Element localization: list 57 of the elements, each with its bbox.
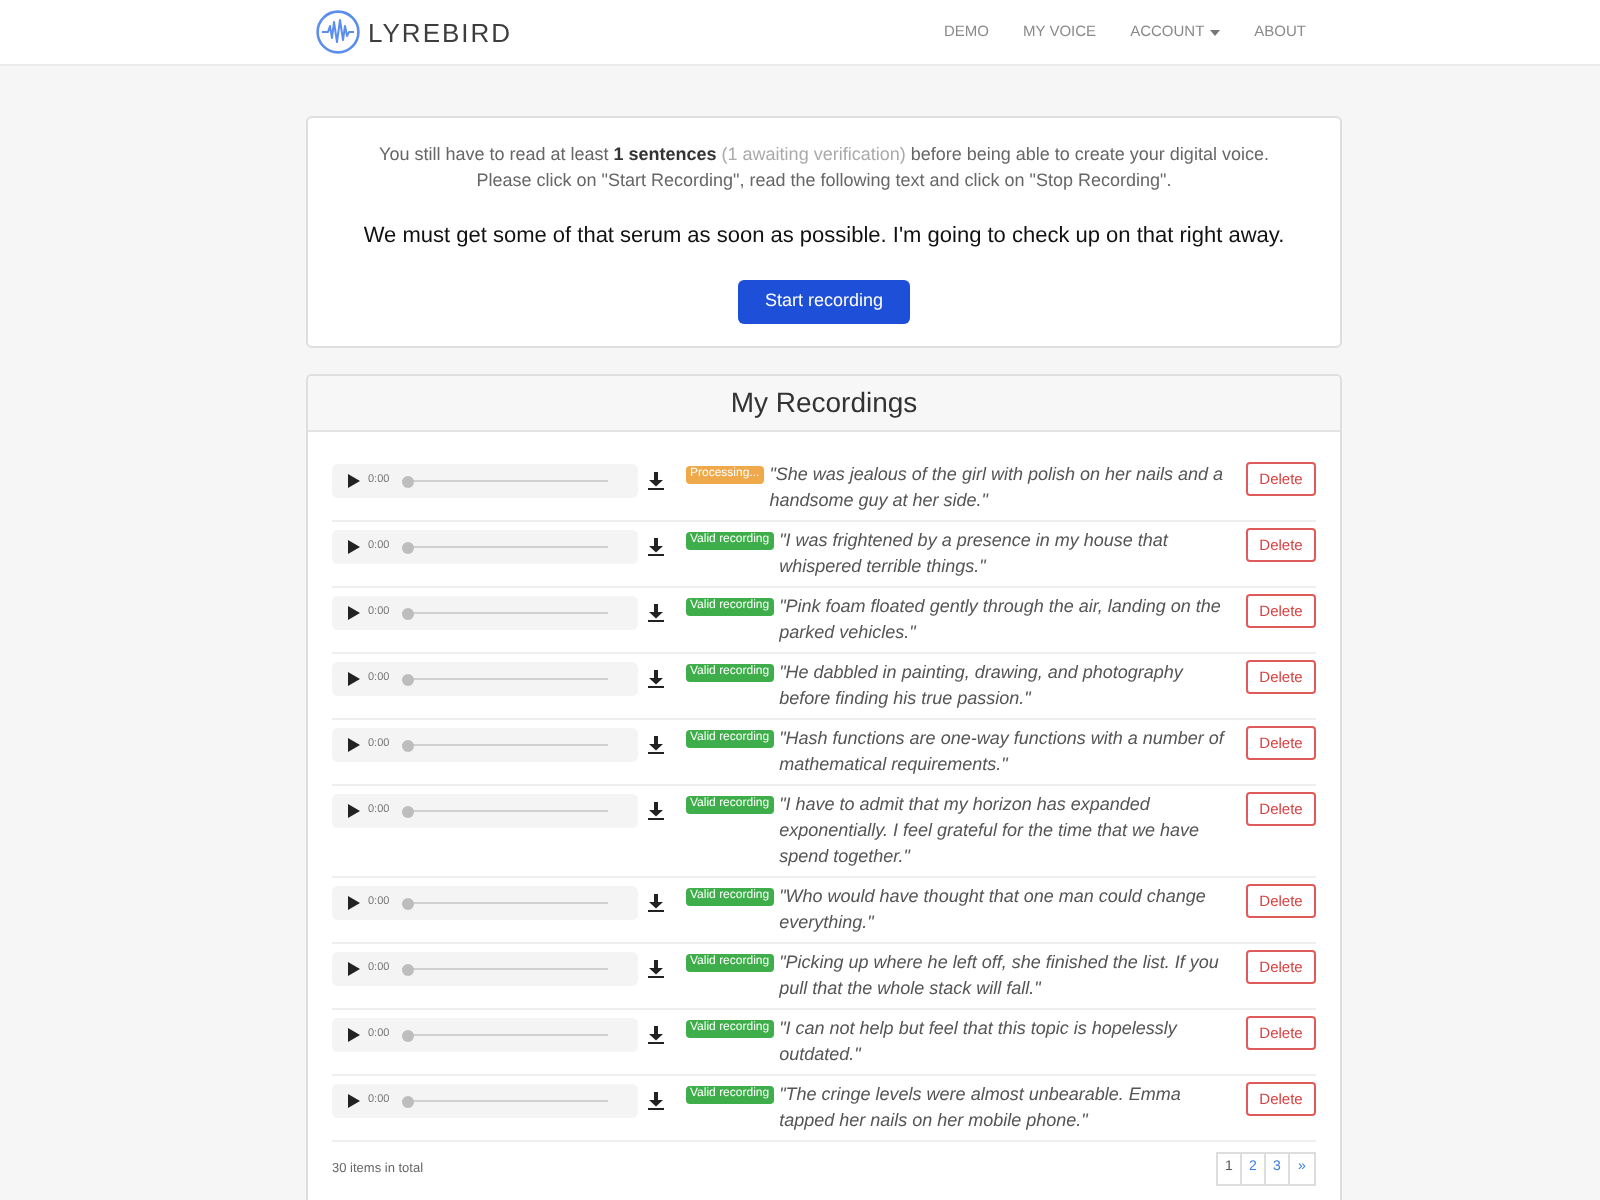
slider-thumb[interactable] <box>401 475 414 487</box>
play-icon[interactable] <box>348 474 360 488</box>
slider-thumb[interactable] <box>401 805 414 817</box>
slider-thumb[interactable] <box>401 739 414 751</box>
slider-thumb[interactable] <box>401 1029 414 1041</box>
slider-thumb[interactable] <box>401 541 414 553</box>
download-icon[interactable] <box>648 1092 664 1110</box>
download-icon[interactable] <box>648 472 664 490</box>
seek-slider[interactable] <box>401 475 608 487</box>
download-icon[interactable] <box>648 802 664 820</box>
seek-slider[interactable] <box>401 805 608 817</box>
recording-text: "Who would have thought that one man could change everything." <box>779 884 1208 936</box>
play-icon[interactable] <box>348 804 360 818</box>
seek-slider[interactable] <box>401 541 608 553</box>
panel-title: My Recordings <box>730 384 918 422</box>
play-icon[interactable] <box>348 606 360 620</box>
seek-slider[interactable] <box>401 963 608 975</box>
seek-slider[interactable] <box>401 1095 608 1107</box>
logo-icon <box>316 10 360 54</box>
seek-slider[interactable] <box>401 673 608 685</box>
download-icon[interactable] <box>648 604 664 622</box>
notice-text: You still have to read at least 1 sentences (1 awaiting verification) before being able to create your digital voice. <box>379 142 1269 168</box>
seek-slider[interactable] <box>401 607 608 619</box>
slider-thumb[interactable] <box>401 607 414 619</box>
download-icon[interactable] <box>648 538 664 556</box>
play-icon[interactable] <box>348 1028 360 1042</box>
download-icon[interactable] <box>648 960 664 978</box>
download-icon[interactable] <box>648 670 664 688</box>
slider-thumb[interactable] <box>401 1095 414 1107</box>
recording-text: "He dabbled in painting, drawing, and photography before finding his true passion." <box>779 660 1186 712</box>
recording-text: "The cringe levels were almost unbearable. Emma tapped her nails on her mobile phone." <box>779 1082 1183 1134</box>
play-icon[interactable] <box>348 896 360 910</box>
recording-text: "Hash functions are one-way functions with a number of mathematical requirements." <box>779 726 1228 778</box>
download-icon[interactable] <box>648 894 664 912</box>
recording-text: "She was jealous of the girl with polish on her nails and a handsome guy at her side." <box>769 462 1226 514</box>
recording-text: "Pink foam floated gently through the air, landing on the parked vehicles." <box>779 594 1223 646</box>
slider-thumb[interactable] <box>401 897 414 909</box>
recording-text: "I was frightened by a presence in my house that whispered terrible things." <box>779 528 1171 580</box>
sentence-text: We must get some of that serum as soon as possible. I'm going to check up on that right away. <box>363 222 1285 252</box>
download-icon[interactable] <box>648 1026 664 1044</box>
recording-text: "Picking up where he left off, she finished the list. If you pull that the whole stack will fall." <box>779 950 1221 1002</box>
seek-slider[interactable] <box>401 739 608 751</box>
play-icon[interactable] <box>348 962 360 976</box>
slider-thumb[interactable] <box>401 963 414 975</box>
play-icon[interactable] <box>348 540 360 554</box>
seek-slider[interactable] <box>401 1029 608 1041</box>
play-icon[interactable] <box>348 1094 360 1108</box>
seek-slider[interactable] <box>401 897 608 909</box>
play-icon[interactable] <box>348 672 360 686</box>
instructions-text: Please click on "Start Recording", read the following text and click on "Stop Recording". <box>476 168 1172 194</box>
logo-text[interactable]: LYREBIRD <box>368 19 513 45</box>
recording-text: "I have to admit that my horizon has expanded exponentially. I feel grateful for the time that we have spend together." <box>779 792 1202 870</box>
play-icon[interactable] <box>348 738 360 752</box>
recording-text: "I can not help but feel that this topic is hopelessly outdated." <box>779 1016 1180 1068</box>
download-icon[interactable] <box>648 736 664 754</box>
start-recording-button[interactable]: Start recording <box>738 280 910 324</box>
slider-thumb[interactable] <box>401 673 414 685</box>
